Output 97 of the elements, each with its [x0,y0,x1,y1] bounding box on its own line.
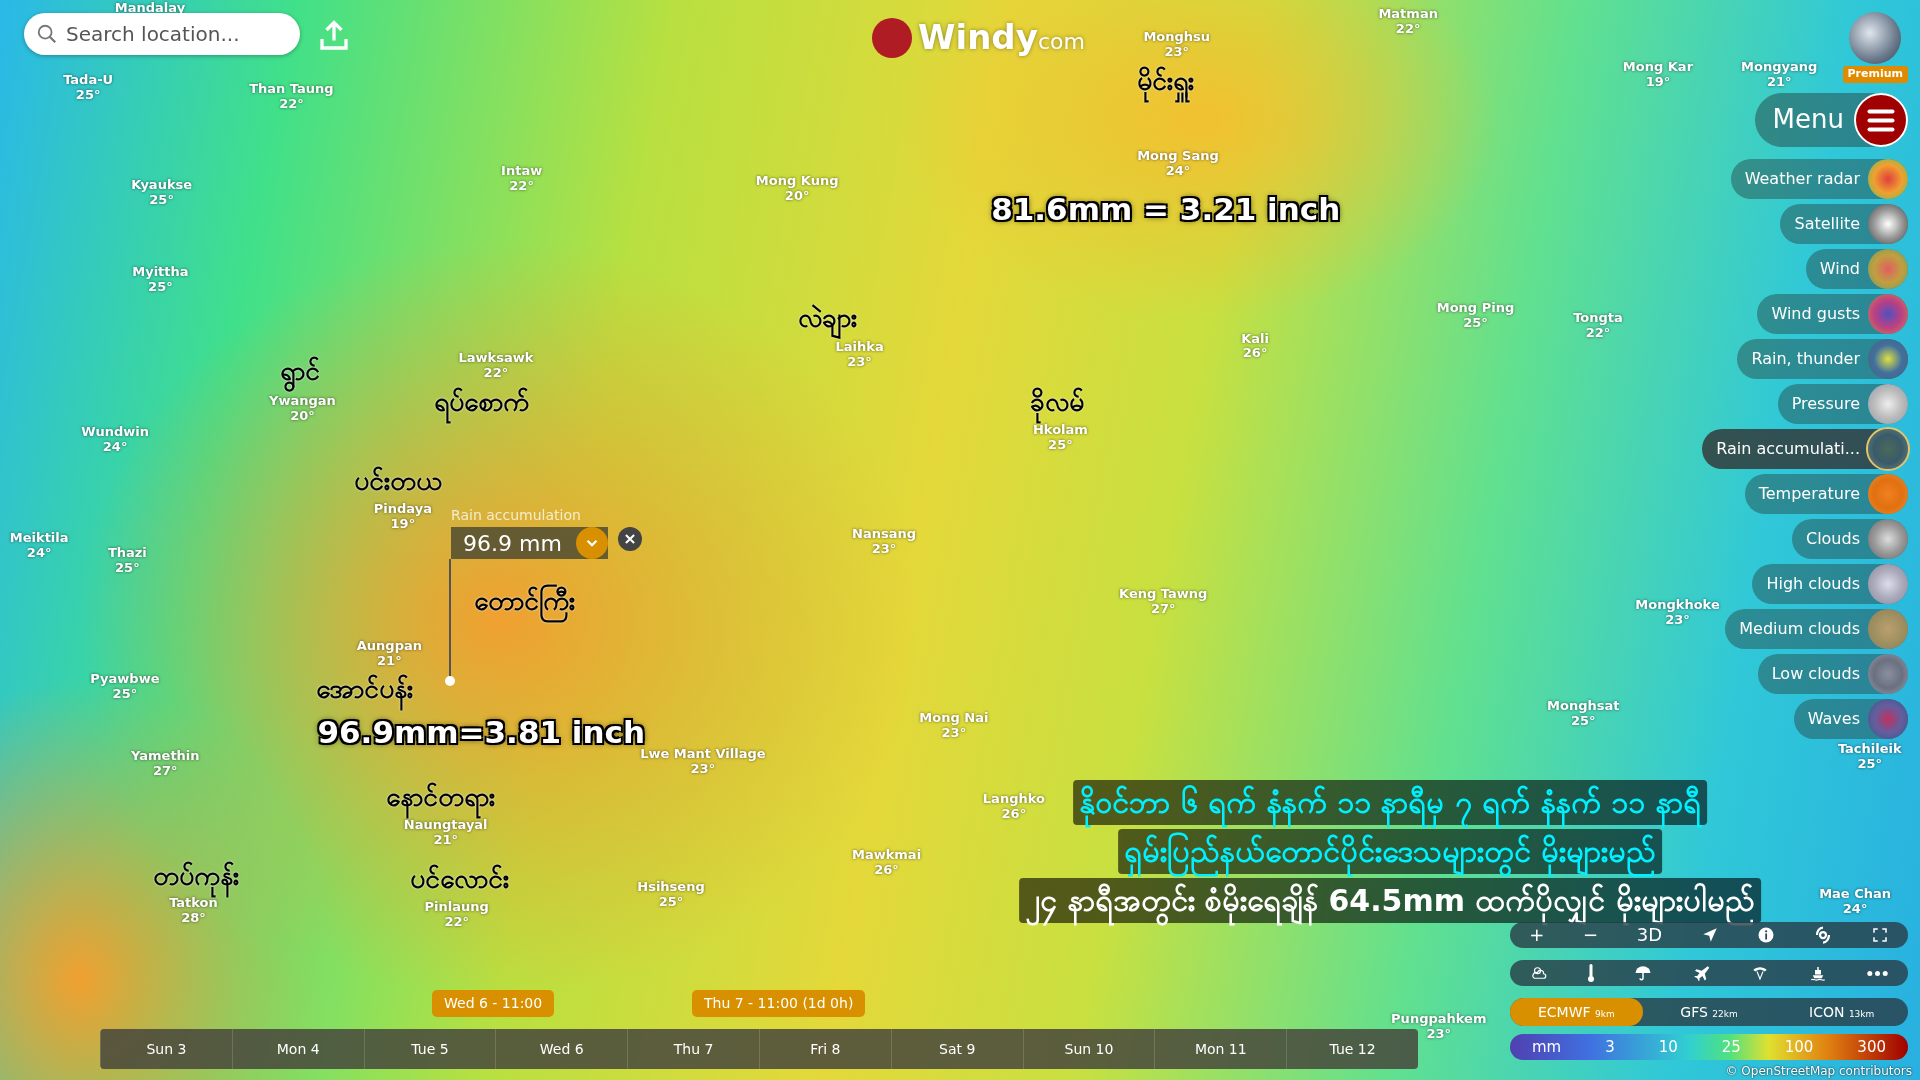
city-label: Mandalay [114,0,186,14]
layer-button[interactable]: Rain accumulati... [1702,428,1908,469]
layer-button[interactable]: Clouds [1791,518,1908,559]
timeline-day[interactable]: Tue 5 [363,1029,496,1069]
ship-icon [1808,964,1827,982]
city-label: Pinlaung 22° [424,899,489,930]
city-label: Mong Kar 19° [1622,59,1694,90]
city-label: Nansang 23° [852,527,917,558]
city-label: Mongkhoke 23° [1635,598,1720,629]
city-label: Than Taung 22° [249,81,334,112]
timeline-day[interactable]: Mon 4 [231,1029,364,1069]
close-icon [623,532,637,546]
rainfall-caption: 81.6mm = 3.21 inch [991,190,1341,230]
city-label: Tatkon 28° [169,896,218,926]
place-name: လဲချား [798,298,858,338]
layer-button[interactable]: Weather radar [1730,158,1908,199]
timeline-day[interactable]: Sat 9 [890,1029,1023,1069]
layer-button[interactable]: Pressure [1777,383,1908,424]
city-label: Matman 22° [1378,7,1438,37]
popup-title: Rain accumulation [451,506,581,525]
model-tab[interactable]: GFS 22km [1642,998,1776,1026]
sun-cloud-icon [1530,964,1549,982]
city-label: Yamethin 27° [131,749,200,779]
timeline-day[interactable]: Tue 12 [1286,1029,1418,1069]
info-icon [1757,926,1776,944]
city-label: Wundwin 24° [81,424,150,455]
thermometer-icon [1588,964,1595,982]
city-label: Tada-U 25° [63,73,114,104]
city-label: Pindaya 19° [373,501,432,532]
zoom-in-button[interactable]: + [1523,926,1551,944]
city-label: Mongyang 21° [1741,59,1818,90]
layer-button[interactable]: Temperature [1744,473,1908,514]
premium-badge: Premium [1842,66,1908,83]
city-label: Monghsu 23° [1143,30,1211,61]
city-label: Thazi 25° [107,545,147,576]
city-label: Kali 26° [1241,331,1269,362]
place-name: မိုင်းရှူး [1137,61,1195,101]
hurricane-icon [1814,926,1832,944]
city-label: Tongta 22° [1573,310,1623,341]
attribution-text: © OpenStreetMap contributors [1725,1063,1912,1080]
search-field[interactable]: Search location... [24,13,300,55]
search-icon [36,23,58,45]
timeline-day[interactable]: Fri 8 [759,1029,891,1069]
timeline-day[interactable]: Sun 10 [1022,1029,1155,1069]
city-label: Kyaukse 25° [131,178,193,209]
place-name: အောင်ပန်း [316,669,414,709]
city-label: Keng Tawng 27° [1119,587,1208,618]
city-label: Myittha 25° [132,265,189,296]
umbrella-icon [1634,964,1653,982]
city-label: Mae Chan 24° [1819,887,1892,918]
city-label: Lawksawk 22° [458,351,534,382]
place-name: ရပ်စောက် [433,382,529,422]
layer-button[interactable]: Wind [1805,248,1908,289]
timeline-day[interactable]: Thu 7 [627,1029,759,1069]
timeline-day[interactable]: Sun 3 [100,1029,232,1069]
location-pin [445,676,455,686]
city-label: Ywangan 20° [269,394,336,424]
place-name: ခိုလမ် [1029,382,1084,422]
fullscreen-icon [1870,926,1889,944]
layer-button[interactable]: Waves [1793,698,1908,739]
city-label: Monghsat 25° [1547,698,1620,729]
city-label: Laihka 23° [835,340,884,371]
view-mode-button[interactable]: 3D [1630,926,1669,944]
city-label: Tachileik 25° [1837,741,1902,772]
layer-button[interactable]: High clouds [1752,563,1908,604]
city-label: Mong Nai 23° [919,711,989,742]
place-name: ရွာင် [280,351,320,391]
city-label: Mong Ping 25° [1436,300,1515,331]
place-name: ပင်လောင်း [409,862,509,896]
city-label: Pyawbwe 25° [90,672,160,702]
city-label: Mong Kung 20° [755,173,839,204]
city-label: Langhko 26° [982,792,1045,822]
model-tab[interactable]: ICON 13km [1775,998,1908,1026]
color-scale-legend: mm 3 10 25 100 300 [1510,1034,1908,1060]
layer-button[interactable]: Medium clouds [1725,608,1908,649]
city-label: Aungpan 21° [356,638,422,669]
city-label: Hkolam 25° [1032,423,1088,454]
dropdown-button[interactable] [575,527,608,559]
city-label: Mawkmai 26° [851,848,922,879]
timeline-day[interactable]: Mon 11 [1154,1029,1287,1069]
city-label: Mong Sang 24° [1137,149,1219,179]
city-label: Meiktila 24° [9,531,69,562]
layer-button[interactable]: Rain, thunder [1737,338,1908,379]
menu-button[interactable]: Menu [1754,92,1908,147]
zoom-out-button[interactable]: − [1577,926,1605,944]
layer-button[interactable]: Low clouds [1757,653,1908,694]
place-name: တောင်ကြီး [473,581,575,621]
logo-text: Windycom [918,16,1085,59]
city-label: Intaw 22° [501,163,543,194]
more-icon [1866,970,1888,976]
popup-value-box: 96.9 mm [451,527,608,559]
city-label: Hsihseng 25° [637,880,705,911]
layer-button[interactable]: Satellite [1780,203,1908,244]
layer-button[interactable]: Wind gusts [1757,293,1908,334]
plane-icon [1692,964,1711,982]
timeline-day[interactable]: Wed 6 [495,1029,628,1069]
place-name: ပင်းတယ [353,464,442,498]
